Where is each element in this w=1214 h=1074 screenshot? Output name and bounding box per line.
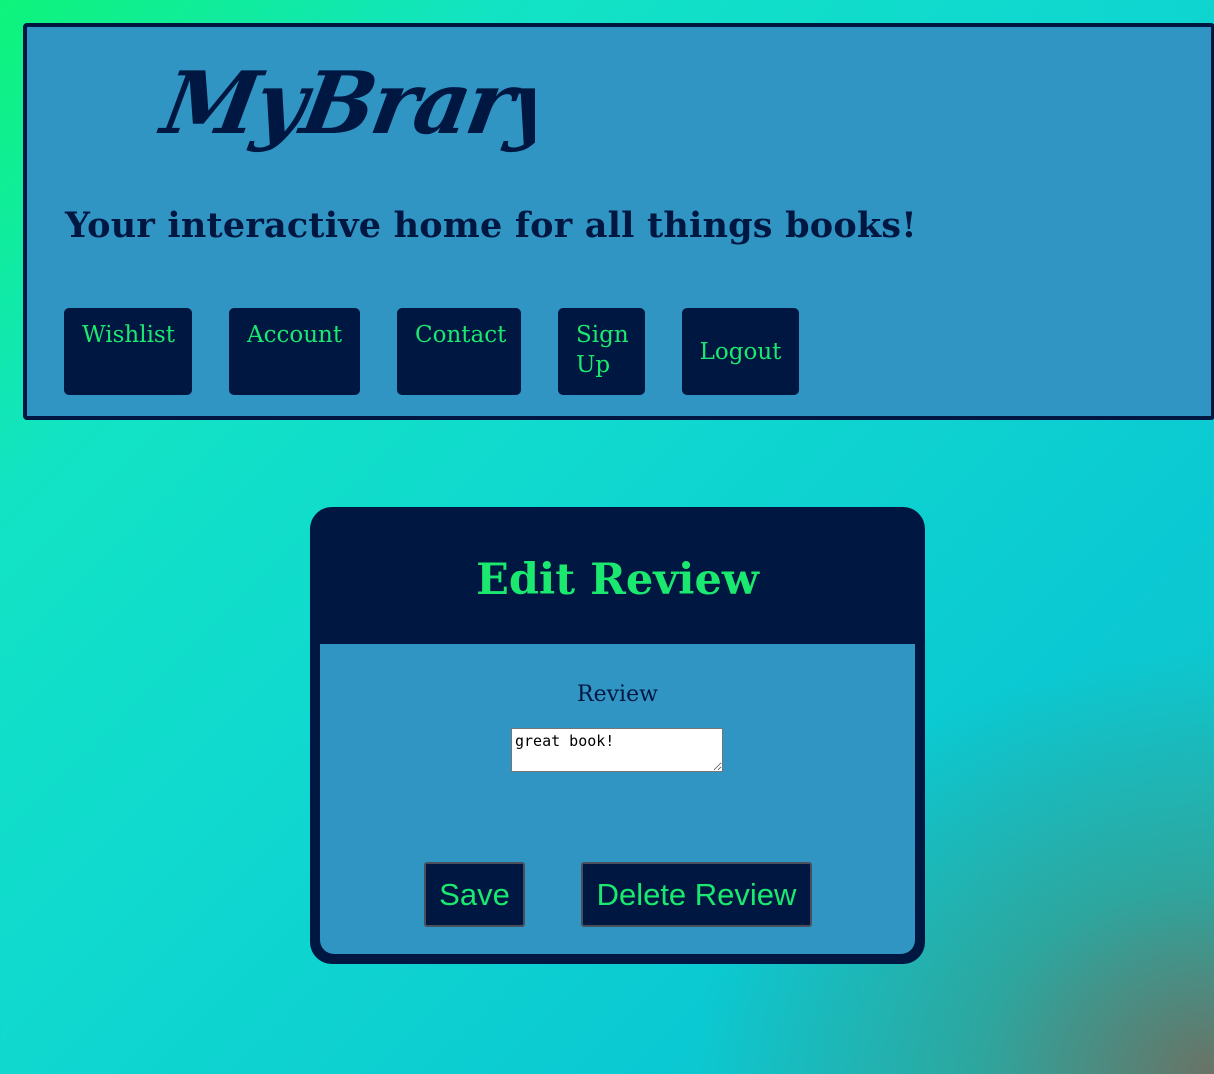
site-logo[interactable]: MyBrary: [155, 41, 535, 161]
nav-logout[interactable]: Logout: [682, 308, 799, 395]
review-field-label: Review: [577, 682, 658, 707]
nav-wishlist[interactable]: Wishlist: [64, 308, 192, 395]
edit-review-form: Review great book! Save Delete Review: [320, 644, 915, 954]
site-tagline: Your interactive home for all things boo…: [65, 205, 917, 246]
delete-review-button[interactable]: Delete Review: [581, 862, 812, 927]
nav-contact[interactable]: Contact: [397, 308, 521, 395]
save-button[interactable]: Save: [424, 862, 525, 927]
review-textarea[interactable]: great book!: [511, 728, 723, 772]
edit-review-title: Edit Review: [476, 555, 759, 605]
edit-review-card: Edit Review Review great book! Save Dele…: [310, 507, 925, 964]
site-header: MyBrary Your interactive home for all th…: [23, 23, 1214, 420]
logo-text: MyBrary: [155, 54, 535, 154]
nav-account[interactable]: Account: [229, 308, 360, 395]
nav-sign-up[interactable]: Sign Up: [558, 308, 645, 395]
